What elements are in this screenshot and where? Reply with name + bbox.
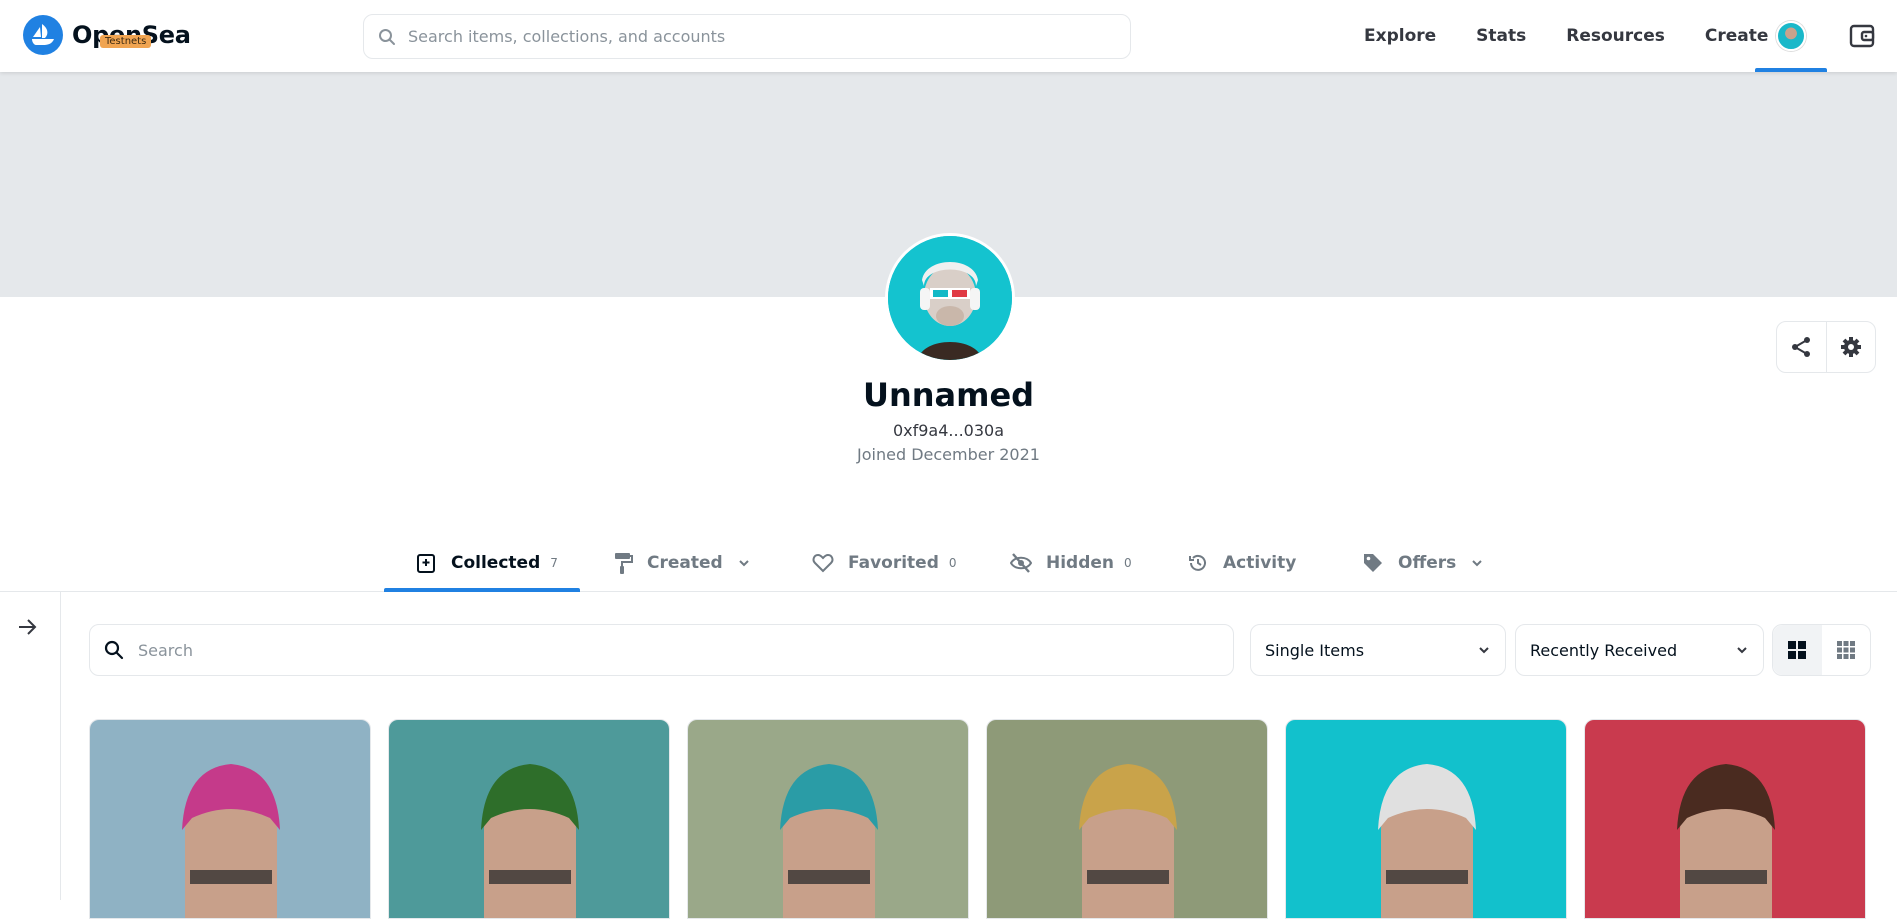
account-menu[interactable] (1755, 0, 1827, 72)
global-search-input[interactable] (408, 27, 1108, 46)
joined-date: Joined December 2021 (857, 445, 1040, 464)
item-type-value: Single Items (1265, 640, 1365, 660)
nft-card[interactable] (1285, 719, 1567, 919)
share-button[interactable] (1777, 322, 1826, 372)
nft-image (389, 720, 669, 918)
tab-label: Favorited (848, 553, 939, 573)
tag-icon (1364, 554, 1382, 572)
view-mode-toggle (1772, 624, 1871, 676)
profile-name: Unnamed (862, 376, 1035, 414)
history-icon (1189, 554, 1206, 571)
nft-image (987, 720, 1267, 918)
search-icon (104, 640, 124, 660)
tab-activity[interactable]: Activity (1187, 534, 1296, 592)
profile-actions (1776, 321, 1876, 373)
nft-card[interactable] (1584, 719, 1866, 919)
nav-explore[interactable]: Explore (1364, 26, 1436, 46)
active-nav-indicator (1755, 68, 1827, 72)
active-tab-indicator (384, 588, 580, 592)
sort-value: Recently Received (1530, 640, 1678, 660)
tab-favorited[interactable]: Favorited 0 (812, 534, 957, 592)
chevron-down-icon (738, 560, 749, 567)
eye-off-icon (1010, 553, 1032, 573)
items-search-input[interactable] (138, 640, 1188, 660)
item-type-select[interactable]: Single Items (1250, 624, 1506, 676)
arrow-right-icon[interactable] (16, 616, 38, 638)
tab-label: Hidden (1046, 553, 1115, 573)
profile-tabs: Collected 7 Created Favorited 0 Hidden 0… (0, 534, 1897, 592)
wallet-address[interactable]: 0xf9a4...030a (0, 421, 1897, 440)
large-grid-button[interactable] (1773, 625, 1822, 675)
chevron-down-icon (1737, 647, 1747, 654)
tab-count: 7 (550, 556, 558, 570)
nav-resources[interactable]: Resources (1566, 26, 1665, 46)
nft-image (90, 720, 370, 918)
main-nav: Explore Stats Resources Create (1364, 0, 1808, 72)
large-grid-icon (1788, 641, 1807, 659)
settings-button[interactable] (1825, 322, 1875, 372)
nft-card[interactable] (986, 719, 1268, 919)
small-grid-button[interactable] (1822, 625, 1871, 675)
nft-card[interactable] (89, 719, 371, 919)
collected-icon (417, 554, 435, 573)
tab-label: Collected (451, 553, 541, 573)
tab-label: Offers (1398, 553, 1457, 573)
opensea-ship-icon (23, 15, 63, 55)
tab-offers[interactable]: Offers (1362, 534, 1484, 592)
tab-created[interactable]: Created (613, 534, 751, 592)
search-icon (379, 28, 395, 45)
top-nav-bar: OpenSea Testnets Explore Stats Resources… (0, 0, 1897, 72)
tab-collected[interactable]: Collected 7 (415, 534, 558, 592)
nav-stats[interactable]: Stats (1476, 26, 1526, 46)
tab-count: 0 (948, 556, 957, 570)
nft-image (1286, 720, 1566, 918)
small-grid-icon (1836, 641, 1855, 659)
tab-hidden[interactable]: Hidden 0 (1010, 534, 1132, 592)
tab-count: 0 (1124, 556, 1132, 570)
chevron-down-icon (1472, 560, 1482, 567)
wallet-icon[interactable] (1848, 22, 1876, 50)
nft-image (688, 720, 968, 918)
heart-icon (812, 553, 834, 573)
tab-label: Activity (1223, 553, 1297, 573)
nft-card[interactable] (388, 719, 670, 919)
nft-card[interactable] (687, 719, 969, 919)
tab-label: Created (647, 553, 723, 573)
global-search[interactable] (363, 14, 1131, 59)
items-search[interactable] (89, 624, 1234, 676)
gear-icon (1840, 337, 1861, 357)
sort-select[interactable]: Recently Received (1515, 624, 1764, 676)
profile-avatar (885, 233, 1015, 363)
chevron-down-icon (1479, 647, 1489, 654)
avatar (1776, 21, 1806, 51)
nft-image (1585, 720, 1865, 918)
testnets-badge: Testnets (100, 35, 152, 48)
paint-roller-icon (615, 553, 633, 574)
filter-sidebar-collapsed (0, 592, 61, 900)
share-icon (1792, 337, 1811, 357)
